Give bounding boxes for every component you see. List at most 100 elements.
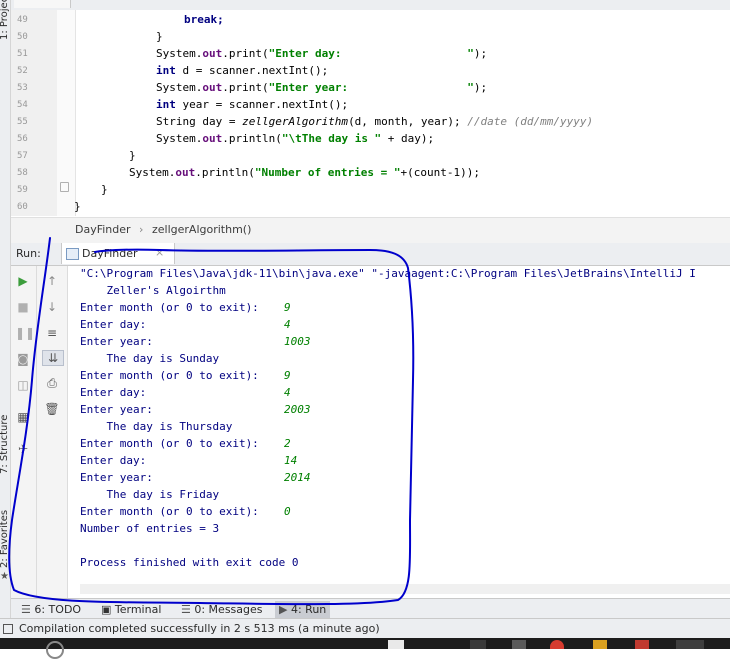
console-prompt-month: Enter month (or 0 to exit): bbox=[80, 437, 259, 450]
favorites-tool-button[interactable]: 2: Favorites bbox=[0, 508, 11, 568]
tab-run[interactable]: ▶ 4: Run bbox=[275, 601, 331, 618]
console-horizontal-scrollbar[interactable] bbox=[80, 584, 730, 594]
arrow-down-icon[interactable]: ↓ bbox=[44, 300, 60, 314]
code-token: .print( bbox=[222, 81, 269, 94]
brace: } bbox=[129, 149, 136, 162]
breadcrumb-method[interactable]: zellgerAlgorithm() bbox=[152, 223, 251, 236]
static-call-token: zellgerAlgorithm bbox=[242, 115, 349, 128]
brace: } bbox=[101, 183, 108, 196]
code-line: System.out.println("Number of entries = … bbox=[129, 164, 480, 181]
line-number: 50 bbox=[17, 32, 28, 42]
os-taskbar bbox=[0, 638, 730, 659]
layout-icon[interactable]: ▦ bbox=[15, 410, 31, 424]
scroll-to-end-icon[interactable]: ⇊ bbox=[42, 350, 64, 366]
console-prompt-day: Enter day: bbox=[80, 454, 147, 467]
line-number: 49 bbox=[17, 15, 28, 25]
field-token: out bbox=[175, 166, 196, 179]
keyword: int bbox=[156, 98, 176, 111]
field-token: out bbox=[202, 47, 223, 60]
taskbar-app-icon[interactable] bbox=[593, 640, 607, 649]
taskbar-app-icon[interactable] bbox=[676, 640, 704, 649]
taskbar-app-icon[interactable] bbox=[635, 640, 649, 649]
string-literal: "Number of entries = " bbox=[254, 166, 401, 179]
tab-todo[interactable]: ☰ 6: TODO bbox=[17, 601, 85, 618]
print-icon[interactable]: ⎙ bbox=[44, 376, 60, 390]
taskbar-app-icon[interactable] bbox=[550, 640, 564, 649]
console-prompt-day: Enter day: bbox=[80, 318, 147, 331]
code-line: } bbox=[156, 28, 163, 45]
breadcrumb: DayFinder › zellgerAlgorithm() bbox=[11, 217, 730, 244]
console-input-day: 4 bbox=[284, 318, 291, 331]
console-result: The day is Thursday bbox=[80, 420, 233, 433]
rerun-icon[interactable]: ▶ bbox=[15, 274, 31, 288]
status-message: Compilation completed successfully in 2 … bbox=[19, 622, 380, 635]
run-tab-label: DayFinder bbox=[82, 247, 138, 260]
dump-threads-icon[interactable]: ◫ bbox=[15, 378, 31, 392]
breadcrumb-separator: › bbox=[139, 223, 144, 236]
code-line: } bbox=[101, 181, 108, 198]
code-token: ); bbox=[473, 47, 488, 60]
pin-icon[interactable]: ✈ bbox=[15, 442, 31, 456]
code-token: .print( bbox=[222, 47, 269, 60]
taskbar-app-icon[interactable] bbox=[512, 640, 526, 649]
console-prompt-month: Enter month (or 0 to exit): bbox=[80, 301, 259, 314]
line-number: 54 bbox=[17, 100, 28, 110]
line-number: 60 bbox=[17, 202, 28, 212]
pause-icon[interactable]: ❚❚ bbox=[15, 326, 35, 340]
code-token: System. bbox=[129, 166, 176, 179]
code-line: } bbox=[129, 147, 136, 164]
console-prompt-year: Enter year: bbox=[80, 471, 153, 484]
arrow-up-icon[interactable]: ↑ bbox=[44, 274, 60, 288]
console-entry-count: Number of entries = 3 bbox=[80, 522, 220, 535]
string-literal: "Enter day: " bbox=[268, 47, 474, 60]
code-token: (d, month, year); bbox=[348, 115, 468, 128]
code-line: int d = scanner.nextInt(); bbox=[156, 62, 328, 79]
code-token: System. bbox=[156, 81, 203, 94]
top-tab-strip bbox=[0, 0, 730, 10]
line-number: 57 bbox=[17, 151, 28, 161]
run-tab-dayfinder[interactable]: DayFinder × bbox=[61, 243, 175, 264]
code-line: } bbox=[74, 198, 81, 215]
camera-icon[interactable]: ◙ bbox=[15, 352, 31, 366]
field-token: out bbox=[202, 81, 223, 94]
brace: } bbox=[156, 30, 163, 43]
tab-terminal[interactable]: ▣ Terminal bbox=[97, 601, 165, 618]
console-input-year: 2003 bbox=[284, 403, 311, 416]
tab-messages[interactable]: ☰ 0: Messages bbox=[177, 601, 267, 618]
soft-wrap-icon[interactable]: ≡ bbox=[44, 326, 60, 340]
project-tool-button[interactable]: 1: Project bbox=[0, 0, 11, 40]
code-editor[interactable]: 49 50 51 52 53 54 55 56 57 58 59 60 brea… bbox=[11, 10, 730, 216]
code-token: String day = bbox=[156, 115, 243, 128]
console-prompt-month: Enter month (or 0 to exit): bbox=[80, 505, 259, 518]
trash-icon[interactable]: 🗑 bbox=[44, 402, 60, 416]
editor-file-tab[interactable] bbox=[14, 0, 71, 8]
taskbar-app-icon[interactable] bbox=[470, 640, 486, 649]
console-prompt-day: Enter day: bbox=[80, 386, 147, 399]
close-icon[interactable]: × bbox=[155, 246, 164, 259]
line-number: 53 bbox=[17, 83, 28, 93]
taskbar-app-icon[interactable] bbox=[388, 640, 404, 649]
status-toggle-icon[interactable] bbox=[3, 624, 13, 634]
stop-icon[interactable]: ■ bbox=[15, 300, 31, 314]
run-console[interactable]: "C:\Program Files\Java\jdk-11\bin\java.e… bbox=[68, 266, 730, 598]
breadcrumb-class[interactable]: DayFinder bbox=[75, 223, 131, 236]
console-result: The day is Friday bbox=[80, 488, 220, 501]
console-input-month: 9 bbox=[284, 301, 291, 314]
console-command-line: "C:\Program Files\Java\jdk-11\bin\java.e… bbox=[80, 267, 696, 280]
search-icon[interactable] bbox=[46, 641, 64, 659]
console-input-day: 14 bbox=[284, 454, 298, 467]
console-result: The day is Sunday bbox=[80, 352, 220, 365]
line-number: 56 bbox=[17, 134, 28, 144]
fold-marker-icon[interactable] bbox=[60, 182, 69, 192]
console-input-year: 2014 bbox=[284, 471, 311, 484]
structure-tool-button[interactable]: 7: Structure bbox=[0, 408, 11, 474]
line-number: 52 bbox=[17, 66, 28, 76]
code-token: ); bbox=[473, 81, 488, 94]
terminal-icon: ▣ bbox=[101, 603, 115, 616]
tab-messages-label: 0: Messages bbox=[194, 603, 263, 616]
field-token: out bbox=[202, 132, 223, 145]
run-icon: ▶ bbox=[279, 603, 291, 616]
console-prompt-year: Enter year: bbox=[80, 335, 153, 348]
favorites-star-icon: ★ bbox=[0, 571, 9, 582]
console-input-year: 1003 bbox=[284, 335, 311, 348]
